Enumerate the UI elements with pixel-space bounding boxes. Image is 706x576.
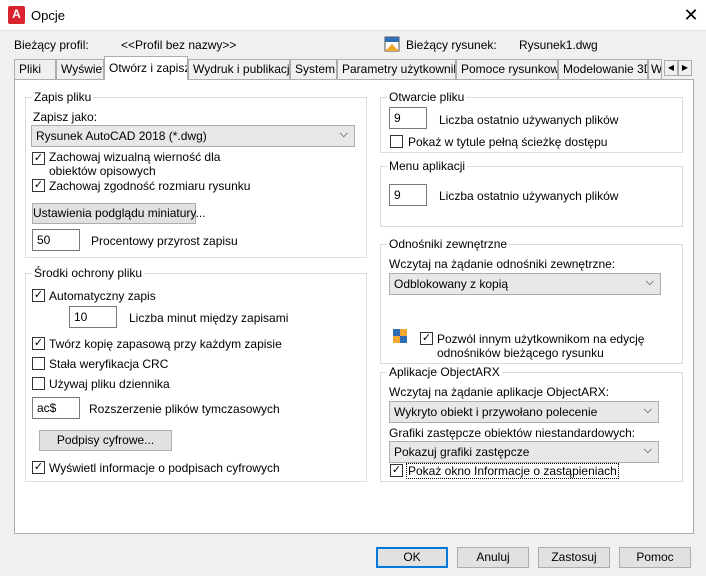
ok-button[interactable]: OK bbox=[376, 547, 448, 568]
show-signature-info-label: Wyświetl informacje o podpisach cyfrowyc… bbox=[49, 461, 280, 475]
xref-group-title: Odnośniki zewnętrzne bbox=[387, 237, 510, 251]
autosave-checkbox[interactable]: ✓ bbox=[32, 289, 45, 302]
temp-extension-label: Rozszerzenie plików tymczasowych bbox=[89, 402, 280, 416]
tab-panel: Zapis pliku Zapisz jako: Rysunek AutoCAD… bbox=[14, 79, 694, 534]
objectarx-group-title: Aplikacje ObjectARX bbox=[387, 365, 502, 379]
autosave-label: Automatyczny zapis bbox=[49, 289, 156, 303]
allow-edit-label: Pozwól innym użytkownikom na edycję bbox=[437, 332, 645, 346]
incremental-save-label: Procentowy przyrost zapisu bbox=[91, 234, 238, 248]
file-safety-group-title: Środki ochrony pliku bbox=[32, 266, 145, 280]
proxy-info-label: Pokaż okno Informacje o zastąpieniach bbox=[406, 463, 619, 479]
file-save-group-title: Zapis pliku bbox=[32, 90, 94, 104]
xref-demand-label: Wczytaj na żądanie odnośniki zewnętrzne: bbox=[389, 257, 616, 271]
app-menu-group-title: Menu aplikacji bbox=[387, 159, 468, 173]
full-path-checkbox[interactable] bbox=[390, 135, 403, 148]
chevron-down-icon: ⌵ bbox=[643, 444, 652, 456]
current-profile-label: Bieżący profil: bbox=[14, 38, 89, 52]
cancel-button[interactable]: Anuluj bbox=[457, 547, 529, 568]
arx-demand-label: Wczytaj na żądanie aplikacje ObjectARX: bbox=[389, 385, 610, 399]
help-button[interactable]: Pomoc bbox=[619, 547, 691, 568]
save-as-value: Rysunek AutoCAD 2018 (*.dwg) bbox=[36, 129, 207, 143]
full-path-label: Pokaż w tytule pełną ścieżkę dostępu bbox=[408, 135, 608, 149]
current-profile-value: <<Profil bez nazwy>> bbox=[121, 38, 237, 52]
tab-display[interactable]: Wyświetl bbox=[56, 59, 104, 79]
arx-demand-value: Wykryto obiekt i przywołano polecenie bbox=[394, 405, 598, 419]
temp-extension-input[interactable]: ac$ bbox=[32, 397, 80, 419]
keep-visual-fidelity-checkbox[interactable]: ✓ bbox=[32, 152, 45, 165]
window-title: Opcje bbox=[31, 8, 65, 23]
tab-more[interactable]: W bbox=[648, 59, 662, 79]
tab-system[interactable]: System bbox=[290, 59, 337, 79]
autosave-minutes-label: Liczba minut między zapisami bbox=[129, 311, 289, 325]
xref-demand-value: Odblokowany z kopią bbox=[394, 277, 509, 291]
chevron-down-icon: ⌵ bbox=[643, 404, 652, 416]
tab-scroll-right-icon[interactable]: ▶ bbox=[678, 60, 692, 76]
tab-drafting[interactable]: Pomoce rysunkowe bbox=[456, 59, 558, 79]
xref-shield-icon bbox=[393, 329, 407, 343]
keep-size-compat-checkbox[interactable]: ✓ bbox=[32, 179, 45, 192]
drawing-icon bbox=[384, 36, 400, 52]
file-open-group-title: Otwarcie pliku bbox=[387, 90, 467, 104]
chevron-down-icon: ⌵ bbox=[339, 128, 348, 140]
log-file-label: Używaj pliku dziennika bbox=[49, 377, 170, 391]
app-menu-recent-label: Liczba ostatnio używanych plików bbox=[439, 189, 619, 203]
keep-size-compat-label: Zachowaj zgodność rozmiaru rysunku bbox=[49, 179, 251, 193]
show-signature-info-checkbox[interactable]: ✓ bbox=[32, 461, 45, 474]
close-icon[interactable]: ✕ bbox=[680, 3, 702, 27]
arx-demand-dropdown[interactable]: Wykryto obiekt i przywołano polecenie ⌵ bbox=[389, 401, 659, 423]
proxy-info-checkbox[interactable]: ✓ bbox=[390, 464, 403, 477]
proxy-graphics-dropdown[interactable]: Pokazuj grafiki zastępcze ⌵ bbox=[389, 441, 659, 463]
title-bar bbox=[0, 0, 706, 31]
tab-strip: Pliki Wyświetl Otwórz i zapisz Wydruk i … bbox=[14, 56, 694, 80]
app-menu-recent-input[interactable]: 9 bbox=[389, 184, 427, 206]
proxy-graphics-value: Pokazuj grafiki zastępcze bbox=[394, 445, 530, 459]
apply-button[interactable]: Zastosuj bbox=[538, 547, 610, 568]
allow-edit-label-2: odnośników bieżącego rysunku bbox=[437, 346, 604, 360]
save-as-dropdown[interactable]: Rysunek AutoCAD 2018 (*.dwg) ⌵ bbox=[31, 125, 355, 147]
keep-visual-fidelity-label: Zachowaj wizualną wierność dla bbox=[49, 150, 221, 164]
tab-scroll-left-icon[interactable]: ◀ bbox=[664, 60, 678, 76]
tab-user-preferences[interactable]: Parametry użytkownika bbox=[337, 59, 456, 79]
current-drawing-value: Rysunek1.dwg bbox=[519, 38, 598, 52]
autocad-app-icon: A bbox=[8, 6, 25, 24]
backup-copy-checkbox[interactable]: ✓ bbox=[32, 337, 45, 350]
save-as-label: Zapisz jako: bbox=[33, 110, 98, 124]
crc-validation-label: Stała weryfikacja CRC bbox=[49, 357, 169, 371]
tab-files[interactable]: Pliki bbox=[14, 59, 56, 79]
incremental-save-input[interactable]: 50 bbox=[32, 229, 80, 251]
digital-signatures-button[interactable]: Podpisy cyfrowe... bbox=[39, 430, 172, 451]
tab-plot-publish[interactable]: Wydruk i publikacja bbox=[188, 59, 290, 79]
proxy-graphics-label: Grafiki zastępcze obiektów niestandardow… bbox=[389, 426, 636, 440]
crc-validation-checkbox[interactable] bbox=[32, 357, 45, 370]
allow-edit-checkbox[interactable]: ✓ bbox=[420, 332, 433, 345]
thumbnail-settings-button[interactable]: Ustawienia podglądu miniatury... bbox=[32, 203, 206, 224]
tab-3d-modeling[interactable]: Modelowanie 3D bbox=[558, 59, 648, 79]
xref-demand-dropdown[interactable]: Odblokowany z kopią ⌵ bbox=[389, 273, 661, 295]
keep-visual-fidelity-label-2: obiektów opisowych bbox=[49, 164, 156, 178]
autosave-minutes-input[interactable]: 10 bbox=[69, 306, 117, 328]
tab-open-save[interactable]: Otwórz i zapisz bbox=[104, 56, 188, 80]
recent-files-label: Liczba ostatnio używanych plików bbox=[439, 113, 619, 127]
current-drawing-label: Bieżący rysunek: bbox=[406, 38, 497, 52]
recent-files-input[interactable]: 9 bbox=[389, 107, 427, 129]
chevron-down-icon: ⌵ bbox=[645, 276, 654, 288]
backup-copy-label: Twórz kopię zapasową przy każdym zapisie bbox=[49, 337, 282, 351]
log-file-checkbox[interactable] bbox=[32, 377, 45, 390]
